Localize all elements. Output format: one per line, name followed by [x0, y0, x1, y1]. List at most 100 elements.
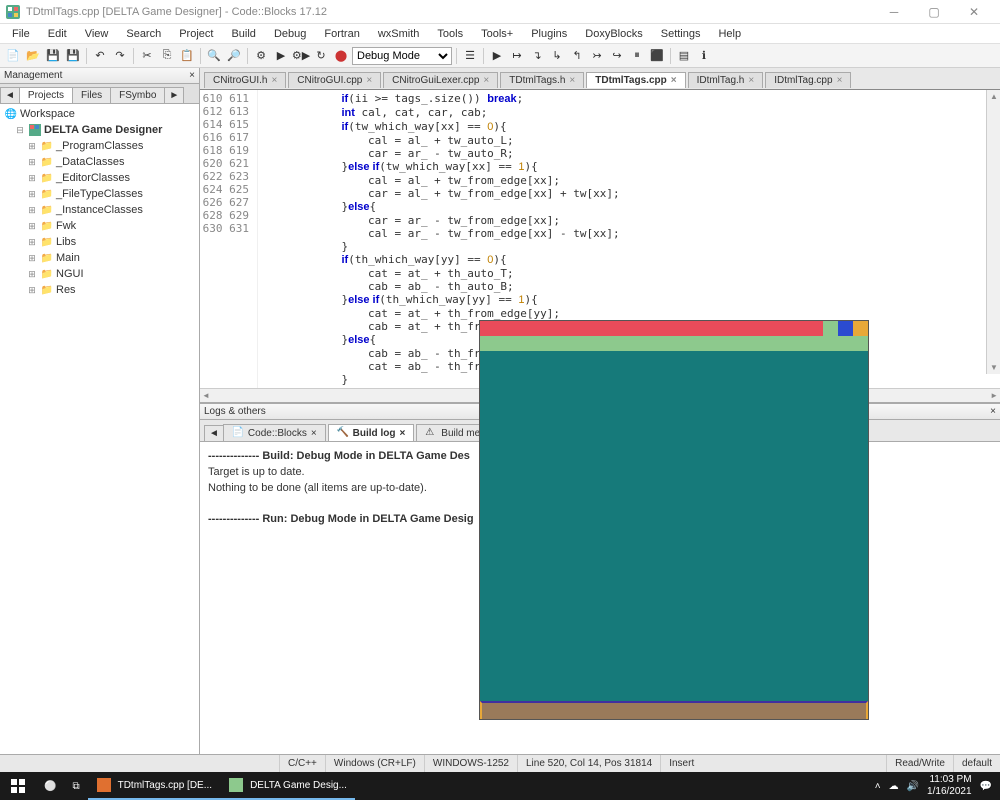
menu-search[interactable]: Search — [118, 26, 169, 42]
start-button[interactable] — [0, 772, 36, 800]
expand-icon[interactable]: ⊞ — [26, 205, 38, 216]
close-icon[interactable]: × — [483, 75, 489, 86]
close-icon[interactable]: × — [671, 75, 677, 86]
menu-edit[interactable]: Edit — [40, 26, 75, 42]
stop-icon[interactable]: ⬛ — [648, 47, 666, 65]
open-icon[interactable]: 📂 — [24, 47, 42, 65]
menu-view[interactable]: View — [77, 26, 117, 42]
tab-scroll-right-icon[interactable]: ► — [164, 87, 184, 103]
menu-wxsmith[interactable]: wxSmith — [370, 26, 428, 42]
redo-icon[interactable]: ↷ — [111, 47, 129, 65]
minimize-button[interactable]: ─ — [874, 1, 914, 23]
build-run-icon[interactable]: ⚙▶ — [292, 47, 310, 65]
close-button[interactable]: ✕ — [954, 1, 994, 23]
tray-chevron-icon[interactable]: ˄ — [875, 781, 881, 792]
run-icon[interactable]: ▶ — [272, 47, 290, 65]
menu-build[interactable]: Build — [223, 26, 263, 42]
tree-folder[interactable]: ⊞📁Libs — [2, 234, 197, 250]
menu-plugins[interactable]: Plugins — [523, 26, 575, 42]
expand-icon[interactable]: ⊞ — [26, 141, 38, 152]
tree-folder[interactable]: ⊞📁_DataClasses — [2, 154, 197, 170]
tab-projects[interactable]: Projects — [19, 87, 73, 103]
expand-icon[interactable]: ⊞ — [26, 157, 38, 168]
close-icon[interactable]: × — [366, 75, 372, 86]
tray-cloud-icon[interactable]: ☁ — [889, 781, 899, 792]
tab-fsymbols[interactable]: FSymbo — [110, 87, 165, 103]
task-view-button[interactable]: ⧉ — [64, 772, 87, 800]
menu-fortran[interactable]: Fortran — [316, 26, 367, 42]
step-out-icon[interactable]: ↰ — [568, 47, 586, 65]
run-to-cursor-icon[interactable]: ↦ — [508, 47, 526, 65]
undo-icon[interactable]: ↶ — [91, 47, 109, 65]
tray-volume-icon[interactable]: 🔊 — [907, 781, 919, 792]
tree-folder[interactable]: ⊞📁_InstanceClasses — [2, 202, 197, 218]
tree-folder[interactable]: ⊞📁_ProgramClasses — [2, 138, 197, 154]
close-icon[interactable]: × — [311, 428, 317, 439]
menu-doxyblocks[interactable]: DoxyBlocks — [577, 26, 650, 42]
close-icon[interactable]: × — [399, 428, 405, 439]
tree-folder[interactable]: ⊞📁_FileTypeClasses — [2, 186, 197, 202]
tree-folder[interactable]: ⊞📁_EditorClasses — [2, 170, 197, 186]
close-icon[interactable]: × — [271, 75, 277, 86]
tree-folder[interactable]: ⊞📁Fwk — [2, 218, 197, 234]
menu-debug[interactable]: Debug — [266, 26, 314, 42]
step-into-instr-icon[interactable]: ↪ — [608, 47, 626, 65]
debug-continue-icon[interactable]: ▶ — [488, 47, 506, 65]
editor-tab[interactable]: CNitroGUI.cpp× — [288, 72, 381, 88]
abort-icon[interactable]: ⬤ — [332, 47, 350, 65]
tab-files[interactable]: Files — [72, 87, 111, 103]
toggle-comments-icon[interactable]: ☰ — [461, 47, 479, 65]
cut-icon[interactable]: ✂ — [138, 47, 156, 65]
break-icon[interactable]: ⏸ — [628, 47, 646, 65]
build-icon[interactable]: ⚙ — [252, 47, 270, 65]
debug-windows-icon[interactable]: ▤ — [675, 47, 693, 65]
editor-tab[interactable]: IDtmlTag.h× — [688, 72, 764, 88]
expand-icon[interactable]: ⊞ — [26, 285, 38, 296]
clock[interactable]: 11:03 PM 1/16/2021 — [927, 774, 972, 798]
editor-tab[interactable]: TDtmlTags.h× — [500, 72, 584, 88]
menu-file[interactable]: File — [4, 26, 38, 42]
tree-folder[interactable]: ⊞📁Main — [2, 250, 197, 266]
expand-icon[interactable]: ⊞ — [26, 173, 38, 184]
maximize-button[interactable]: ▢ — [914, 1, 954, 23]
editor-tab[interactable]: CNitroGuiLexer.cpp× — [383, 72, 498, 88]
expand-icon[interactable]: ⊟ — [14, 125, 26, 136]
expand-icon[interactable]: ⊞ — [26, 253, 38, 264]
taskbar-app[interactable]: DELTA Game Desig... — [220, 772, 355, 800]
editor-tab[interactable]: CNitroGUI.h× — [204, 72, 286, 88]
close-icon[interactable]: × — [748, 75, 754, 86]
app-titlebar[interactable] — [480, 321, 868, 336]
expand-icon[interactable]: ⊞ — [26, 189, 38, 200]
logtab-scroll-left-icon[interactable]: ◄ — [204, 425, 224, 441]
build-target-select[interactable]: Debug Mode — [352, 47, 452, 65]
menu-project[interactable]: Project — [171, 26, 221, 42]
replace-icon[interactable]: 🔎 — [225, 47, 243, 65]
tree-folder[interactable]: ⊞📁NGUI — [2, 266, 197, 282]
menu-tools+[interactable]: Tools+ — [473, 26, 521, 42]
find-icon[interactable]: 🔍 — [205, 47, 223, 65]
menu-help[interactable]: Help — [710, 26, 749, 42]
close-icon[interactable]: × — [569, 75, 575, 86]
next-instr-icon[interactable]: ↣ — [588, 47, 606, 65]
expand-icon[interactable]: ⊞ — [26, 221, 38, 232]
close-icon[interactable]: × — [837, 75, 843, 86]
copy-icon[interactable]: ⎘ — [158, 47, 176, 65]
save-all-icon[interactable]: 💾 — [64, 47, 82, 65]
paste-icon[interactable]: 📋 — [178, 47, 196, 65]
tree-workspace[interactable]: 🌐Workspace — [2, 106, 197, 122]
menu-tools[interactable]: Tools — [429, 26, 471, 42]
new-file-icon[interactable]: 📄 — [4, 47, 22, 65]
info-icon[interactable]: ℹ — [695, 47, 713, 65]
system-tray[interactable]: ˄ ☁ 🔊 11:03 PM 1/16/2021 💬 — [867, 774, 1000, 798]
expand-icon[interactable]: ⊞ — [26, 269, 38, 280]
editor-tab[interactable]: IDtmlTag.cpp× — [765, 72, 851, 88]
tray-notifications-icon[interactable]: 💬 — [980, 781, 992, 792]
running-app-window[interactable] — [479, 320, 869, 720]
editor-tab[interactable]: TDtmlTags.cpp× — [586, 72, 685, 88]
tab-build-log[interactable]: 🔨Build log× — [328, 424, 415, 441]
tab-codeblocks[interactable]: 📄Code::Blocks× — [223, 424, 326, 441]
app-content[interactable] — [480, 352, 868, 701]
rebuild-icon[interactable]: ↻ — [312, 47, 330, 65]
search-button[interactable]: ⚪ — [36, 772, 64, 800]
next-line-icon[interactable]: ↴ — [528, 47, 546, 65]
